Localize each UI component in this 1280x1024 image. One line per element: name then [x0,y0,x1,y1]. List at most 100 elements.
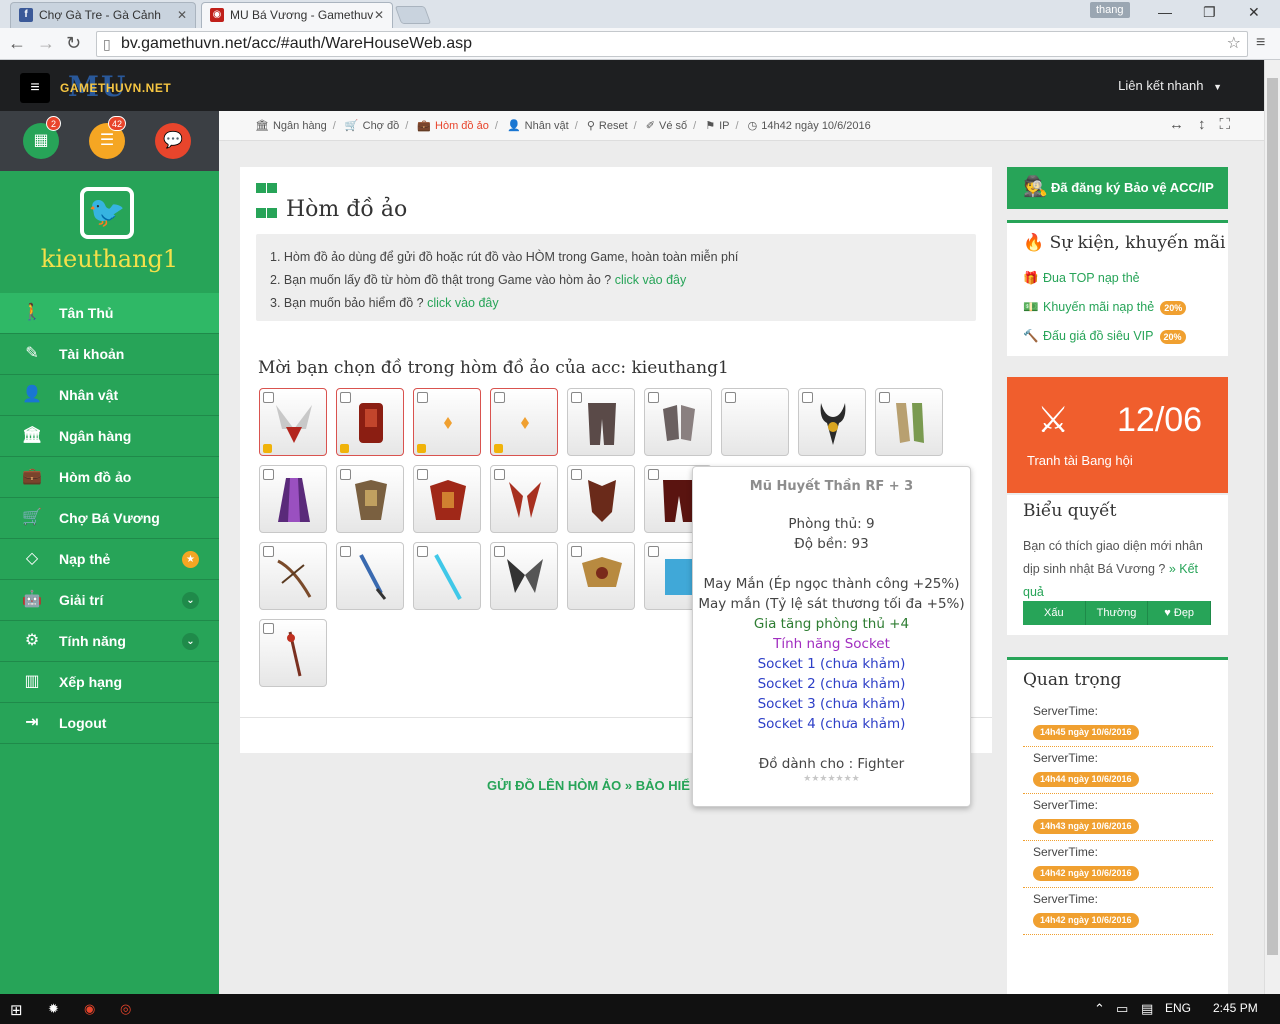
hamburger-menu-icon[interactable]: ≡ [20,73,50,103]
item-checkbox[interactable] [648,392,659,403]
language-indicator[interactable]: ENG [1165,1001,1191,1015]
item-slot[interactable] [413,388,481,456]
item-slot[interactable] [336,465,404,533]
notification-icon[interactable]: ▤ [1141,1001,1153,1017]
sidebar-item-nhan-vat[interactable]: 👤 Nhân vật [0,375,219,416]
item-slot[interactable] [259,388,327,456]
crumb-ip[interactable]: IP [719,120,729,132]
vote-nice-button[interactable]: ♥ Đẹp [1148,601,1212,625]
transfer-link[interactable]: click vào đây [615,273,687,287]
crumb-hom-do-ao[interactable]: Hòm đồ ảo [435,120,489,132]
item-slot[interactable] [875,388,943,456]
scrollbar-thumb[interactable] [1267,78,1278,955]
item-checkbox[interactable] [725,392,736,403]
sidebar-item-cho-ba-vuong[interactable]: 🛒 Chợ Bá Vương [0,498,219,539]
item-checkbox[interactable] [417,469,428,480]
window-close-icon[interactable]: ✕ [1248,4,1260,21]
item-slot[interactable] [567,388,635,456]
crumb-ngan-hang[interactable]: Ngân hàng [273,120,327,132]
sidebar-item-hom-do-ao[interactable]: 💼 Hòm đồ ảo [0,457,219,498]
sidebar-item-nap-the[interactable]: ◇ Nạp thẻ ★ [0,539,219,580]
crumb-ve-so[interactable]: Vé số [659,120,687,132]
sidebar-item-tai-khoan[interactable]: ✎ Tài khoản [0,334,219,375]
chrome-icon[interactable]: ◉ [84,1001,95,1017]
bottom-nav-links[interactable]: GỬI ĐỒ LÊN HÒM ẢO » BẢO HIỂ [487,778,690,793]
item-checkbox[interactable] [494,469,505,480]
new-tab-button[interactable] [394,6,432,24]
item-checkbox[interactable] [417,546,428,557]
item-slot[interactable] [490,388,558,456]
crumb-reset[interactable]: Reset [599,120,628,132]
chevron-down-icon[interactable]: ⌄ [182,633,199,650]
item-checkbox[interactable] [263,546,274,557]
account-protect-banner[interactable]: 🕵 Đã đăng ký Bảo vệ ACC/IP [1007,167,1228,209]
item-slot[interactable] [336,542,404,610]
restore-icon[interactable]: ❐ [1203,4,1216,21]
twitter-avatar-icon[interactable]: 🐦 [80,187,134,239]
item-slot[interactable] [798,388,866,456]
windows-start-icon[interactable]: ⊞ [10,1001,23,1019]
forward-icon[interactable]: → [37,33,55,53]
chevron-up-icon[interactable]: ⌃ [1094,1001,1105,1017]
vote-normal-button[interactable]: Thường [1085,601,1149,625]
reload-icon[interactable]: ↻ [66,33,81,53]
browser-tab-2[interactable]: ◉ MU Bá Vương - Gamethuv ✕ [201,2,393,28]
item-checkbox[interactable] [340,546,351,557]
item-slot[interactable] [644,388,712,456]
item-slot[interactable] [721,388,789,456]
star-icon[interactable]: ☆ [1227,32,1241,56]
guild-war-banner[interactable]: ⚔ 12/06 Tranh tài Bang hội [1007,377,1228,493]
item-slot[interactable] [567,465,635,533]
sidebar-item-giai-tri[interactable]: 🤖 Giải trí ⌄ [0,580,219,621]
close-icon[interactable]: ✕ [177,3,187,27]
quick-link-dropdown[interactable]: Liên kết nhanh ▼ [1118,78,1222,93]
event-item[interactable]: 💵 Khuyến mãi nạp thẻ 20% [1023,300,1187,315]
item-slot[interactable] [259,619,327,687]
event-item[interactable]: 🎁 Đua TOP nạp thẻ [1023,271,1140,286]
site-logo[interactable]: MU GAMETHUVN.NET [60,70,180,103]
taskbar-clock[interactable]: 2:45 PM [1213,1001,1258,1015]
page-scrollbar[interactable] [1264,60,1280,994]
url-input[interactable]: ▯ bv.gamethuvn.net/acc/#auth/WareHouseWe… [96,31,1248,57]
item-checkbox[interactable] [571,546,582,557]
back-icon[interactable]: ← [8,33,26,53]
sidebar-item-tinh-nang[interactable]: ⚙ Tính năng ⌄ [0,621,219,662]
item-slot[interactable] [259,465,327,533]
event-item[interactable]: 🔨 Đấu giá đồ siêu VIP 20% [1023,329,1186,344]
item-slot[interactable] [567,542,635,610]
item-checkbox[interactable] [494,546,505,557]
minimize-icon[interactable]: — [1158,4,1172,20]
item-checkbox[interactable] [340,469,351,480]
item-checkbox[interactable] [802,392,813,403]
crumb-nhan-vat[interactable]: Nhân vật [525,120,569,132]
crumb-cho-do[interactable]: Chợ đồ [363,120,400,132]
chat-icon[interactable]: 💬 [155,123,191,159]
item-checkbox[interactable] [648,546,659,557]
vote-bad-button[interactable]: Xấu [1023,601,1086,625]
sidebar-item-ngan-hang[interactable]: 🏛 Ngân hàng [0,416,219,457]
item-slot[interactable] [413,465,481,533]
sidebar-item-logout[interactable]: ⇥ Logout [0,703,219,744]
game-app-icon[interactable]: ✹ [48,1001,59,1017]
sidebar-item-xep-hang[interactable]: ▥ Xếp hạng [0,662,219,703]
item-checkbox[interactable] [571,469,582,480]
item-checkbox[interactable] [571,392,582,403]
browser-user-chip[interactable]: thang [1090,2,1130,18]
item-checkbox[interactable] [494,392,505,403]
item-checkbox[interactable] [340,392,351,403]
close-icon[interactable]: ✕ [374,3,384,27]
sidebar-item-tan-thu[interactable]: 🚶 Tân Thủ [0,293,219,334]
expand-horizontal-icon[interactable]: ↔ [1169,116,1198,133]
expand-vertical-icon[interactable]: ↕ [1198,116,1220,133]
browser-menu-icon[interactable]: ≡ [1256,33,1265,53]
item-checkbox[interactable] [648,469,659,480]
browser-tab-1[interactable]: f Chợ Gà Tre - Gà Cảnh ✕ [10,2,196,28]
item-slot[interactable] [336,388,404,456]
item-checkbox[interactable] [879,392,890,403]
insurance-link[interactable]: click vào đây [427,296,499,310]
item-slot[interactable] [259,542,327,610]
item-slot[interactable] [490,542,558,610]
item-checkbox[interactable] [263,469,274,480]
item-checkbox[interactable] [263,623,274,634]
chevron-down-icon[interactable]: ⌄ [182,592,199,609]
